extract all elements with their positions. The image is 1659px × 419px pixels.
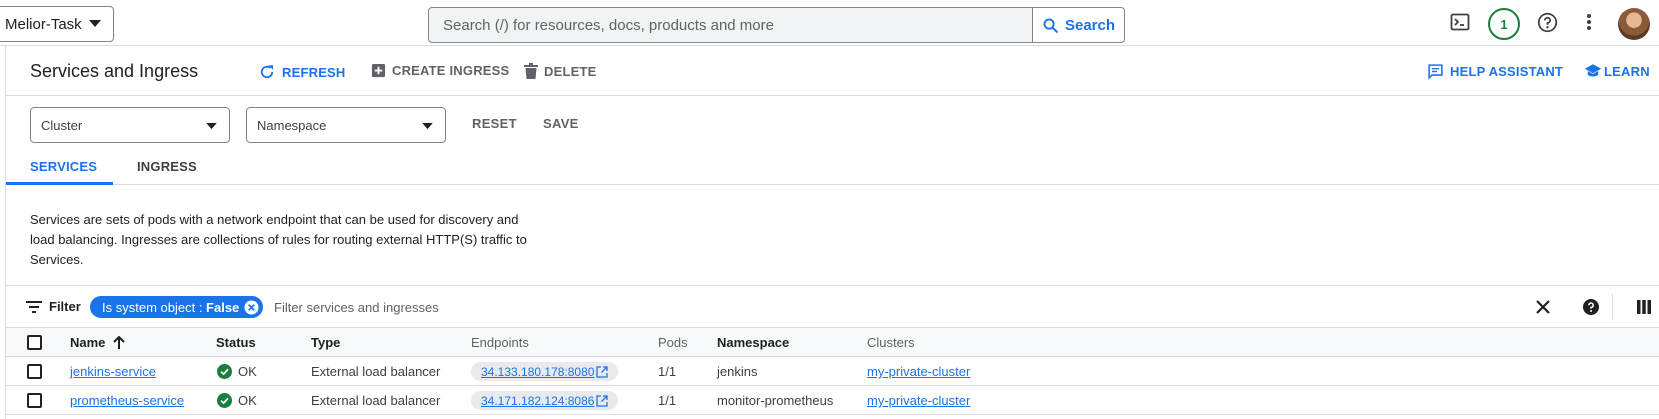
service-name-link[interactable]: jenkins-service bbox=[70, 364, 156, 379]
project-selector[interactable]: Melior-Task bbox=[0, 6, 114, 42]
endpoint-chip[interactable]: 34.133.180.178:8080 bbox=[471, 362, 619, 381]
delete-label: DELETE bbox=[544, 63, 597, 79]
page-header: Services and Ingress REFRESH CREATE INGR… bbox=[6, 46, 1659, 96]
help-icon[interactable] bbox=[1537, 12, 1558, 33]
page-title: Services and Ingress bbox=[30, 61, 199, 81]
description-text: Services are sets of pods with a network… bbox=[30, 212, 527, 267]
endpoint-link[interactable]: 34.171.182.124:8086 bbox=[481, 394, 594, 408]
sort-arrow-up-icon bbox=[113, 336, 126, 349]
filter-chip[interactable]: Is system object : False bbox=[90, 296, 264, 318]
chip-close-icon[interactable] bbox=[244, 299, 259, 315]
caret-down-icon bbox=[89, 20, 101, 27]
column-header-name-label: Name bbox=[70, 335, 106, 350]
column-header-status[interactable]: Status bbox=[216, 335, 256, 350]
service-name-link[interactable]: prometheus-service bbox=[70, 393, 184, 408]
namespace-select-label: Namespace bbox=[257, 117, 327, 133]
more-vert-icon[interactable] bbox=[1586, 12, 1592, 32]
clear-filter-icon[interactable] bbox=[1535, 299, 1551, 315]
add-box-icon bbox=[371, 63, 386, 78]
filter-chip-key: Is system object bbox=[102, 299, 196, 315]
pods-cell: 1/1 bbox=[658, 364, 677, 379]
column-header-clusters[interactable]: Clusters bbox=[867, 335, 915, 350]
caret-down-icon bbox=[422, 123, 433, 130]
table-row: prometheus-service OK External load bala… bbox=[6, 386, 1659, 415]
column-header-endpoints[interactable]: Endpoints bbox=[471, 335, 529, 350]
endpoint-link[interactable]: 34.133.180.178:8080 bbox=[481, 365, 594, 379]
create-ingress-label: CREATE INGRESS bbox=[392, 63, 510, 78]
project-name: Melior-Task bbox=[5, 15, 82, 33]
type-cell: External load balancer bbox=[311, 364, 441, 379]
save-button[interactable]: SAVE bbox=[543, 116, 579, 131]
endpoint-chip[interactable]: 34.171.182.124:8086 bbox=[471, 391, 619, 410]
namespace-cell: jenkins bbox=[717, 364, 758, 379]
check-circle-icon bbox=[217, 393, 232, 408]
cluster-select[interactable]: Cluster bbox=[30, 107, 230, 143]
pods-cell: 1/1 bbox=[658, 393, 677, 408]
column-header-namespace[interactable]: Namespace bbox=[717, 335, 789, 350]
refresh-label: REFRESH bbox=[282, 64, 346, 80]
user-avatar[interactable] bbox=[1618, 8, 1650, 40]
table-toolbar: Filter Is system object : False bbox=[6, 285, 1659, 328]
row-checkbox[interactable] bbox=[27, 393, 42, 408]
notification-count: 1 bbox=[1500, 16, 1508, 32]
search-input[interactable] bbox=[429, 8, 1032, 42]
search-icon bbox=[1043, 18, 1058, 33]
filter-label: Filter bbox=[49, 299, 81, 314]
status-text: OK bbox=[238, 393, 257, 408]
open-in-new-icon bbox=[596, 365, 609, 378]
filter-input[interactable] bbox=[274, 296, 674, 318]
reset-button[interactable]: RESET bbox=[472, 116, 517, 131]
refresh-icon bbox=[260, 65, 274, 79]
help-assistant-label: HELP ASSISTANT bbox=[1450, 64, 1564, 79]
column-header-pods[interactable]: Pods bbox=[658, 335, 688, 350]
filter-chip-text: Is system object : False bbox=[102, 299, 240, 315]
school-icon bbox=[1584, 64, 1602, 77]
learn-button[interactable]: LEARN bbox=[1584, 63, 1650, 79]
table-row: jenkins-service OK External load balance… bbox=[6, 357, 1659, 386]
search-button[interactable]: Search bbox=[1032, 8, 1124, 42]
refresh-button[interactable]: REFRESH bbox=[258, 63, 346, 81]
cluster-link[interactable]: my-private-cluster bbox=[867, 393, 970, 408]
status-cell: OK bbox=[217, 393, 257, 408]
filter-bar: Cluster Namespace RESET SAVE bbox=[6, 96, 1659, 148]
services-table: Name Status Type Endpoints Pods Namespac… bbox=[6, 328, 1659, 415]
column-display-icon[interactable] bbox=[1637, 299, 1651, 315]
help-circle-icon[interactable] bbox=[1583, 299, 1599, 315]
select-all-checkbox[interactable] bbox=[27, 335, 42, 350]
caret-down-icon bbox=[206, 123, 217, 130]
tab-ingress[interactable]: INGRESS bbox=[137, 159, 197, 174]
column-header-name[interactable]: Name bbox=[70, 335, 126, 350]
status-text: OK bbox=[238, 364, 257, 379]
namespace-cell: monitor-prometheus bbox=[717, 393, 834, 408]
filter-list-icon bbox=[26, 300, 42, 313]
open-in-new-icon bbox=[596, 394, 609, 407]
check-circle-icon bbox=[217, 364, 232, 379]
trash-icon bbox=[524, 63, 538, 79]
tab-bar: SERVICES INGRESS bbox=[6, 148, 1659, 185]
search-button-label: Search bbox=[1064, 16, 1116, 34]
create-ingress-button[interactable]: CREATE INGRESS bbox=[371, 63, 509, 78]
namespace-select[interactable]: Namespace bbox=[246, 107, 446, 143]
row-checkbox[interactable] bbox=[27, 364, 42, 379]
learn-label: LEARN bbox=[1604, 63, 1650, 79]
cloud-shell-icon[interactable] bbox=[1450, 12, 1470, 32]
notification-badge[interactable]: 1 bbox=[1488, 8, 1520, 40]
filter-button[interactable]: Filter bbox=[26, 299, 81, 314]
help-assistant-button[interactable]: HELP ASSISTANT bbox=[1427, 63, 1563, 80]
type-cell: External load balancer bbox=[311, 393, 441, 408]
status-cell: OK bbox=[217, 364, 257, 379]
toolbar-divider bbox=[1612, 294, 1613, 320]
cluster-select-label: Cluster bbox=[41, 117, 83, 133]
active-tab-indicator bbox=[6, 182, 113, 185]
tab-services[interactable]: SERVICES bbox=[30, 159, 97, 174]
filter-chip-value: False bbox=[206, 299, 240, 315]
cluster-link[interactable]: my-private-cluster bbox=[867, 364, 970, 379]
top-bar: Melior-Task Search 1 bbox=[0, 0, 1659, 46]
column-header-type[interactable]: Type bbox=[311, 335, 340, 350]
table-header-row: Name Status Type Endpoints Pods Namespac… bbox=[6, 328, 1659, 357]
delete-button[interactable]: DELETE bbox=[524, 63, 596, 79]
chat-icon bbox=[1428, 64, 1443, 80]
search-box: Search bbox=[428, 7, 1125, 43]
